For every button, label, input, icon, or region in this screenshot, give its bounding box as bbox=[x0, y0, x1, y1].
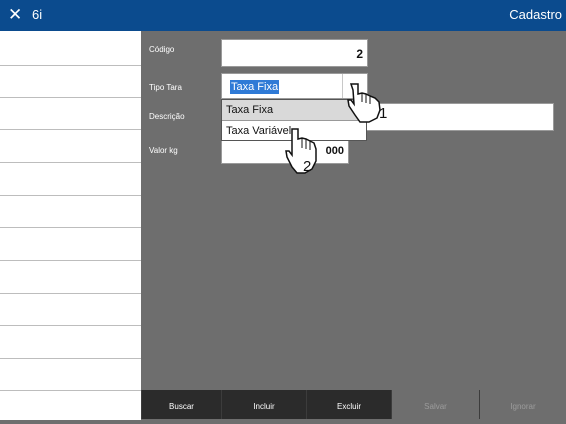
salvar-button[interactable]: Salvar bbox=[391, 390, 479, 419]
step-number-1: 1 bbox=[379, 105, 387, 122]
list-divider bbox=[0, 97, 141, 98]
title-bar: ✕ 6i Cadastro bbox=[0, 0, 566, 31]
descricao-label: Descrição bbox=[149, 112, 185, 121]
step-number-2: 2 bbox=[303, 158, 311, 175]
codigo-field[interactable]: 2 bbox=[221, 39, 368, 67]
excluir-button[interactable]: Excluir bbox=[306, 390, 391, 419]
pointing-hand-icon: 2 bbox=[285, 128, 317, 175]
list-divider bbox=[0, 195, 141, 196]
close-icon[interactable]: ✕ bbox=[8, 5, 22, 25]
list-divider bbox=[0, 129, 141, 130]
list-divider bbox=[0, 260, 141, 261]
bottom-toolbar: Buscar Incluir Excluir Salvar Ignorar bbox=[141, 390, 566, 419]
list-divider bbox=[0, 293, 141, 294]
list-footer bbox=[0, 390, 141, 420]
ignorar-button[interactable]: Ignorar bbox=[479, 390, 566, 419]
list-divider bbox=[0, 65, 141, 66]
codigo-label: Código bbox=[149, 45, 175, 54]
screen-title: Cadastro bbox=[509, 7, 562, 22]
record-list bbox=[0, 31, 141, 390]
list-divider bbox=[0, 358, 141, 359]
incluir-button[interactable]: Incluir bbox=[221, 390, 306, 419]
valor-kg-label: Valor kg bbox=[149, 146, 178, 155]
list-divider bbox=[0, 227, 141, 228]
list-divider bbox=[0, 162, 141, 163]
app-label: 6i bbox=[32, 7, 43, 22]
pointing-hand-icon: 1 bbox=[347, 83, 387, 123]
list-divider bbox=[0, 325, 141, 326]
codigo-value: 2 bbox=[356, 47, 363, 61]
tipo-tara-label: Tipo Tara bbox=[149, 83, 182, 92]
tipo-tara-value: Taxa Fixa bbox=[230, 80, 280, 94]
buscar-button[interactable]: Buscar bbox=[141, 390, 221, 419]
